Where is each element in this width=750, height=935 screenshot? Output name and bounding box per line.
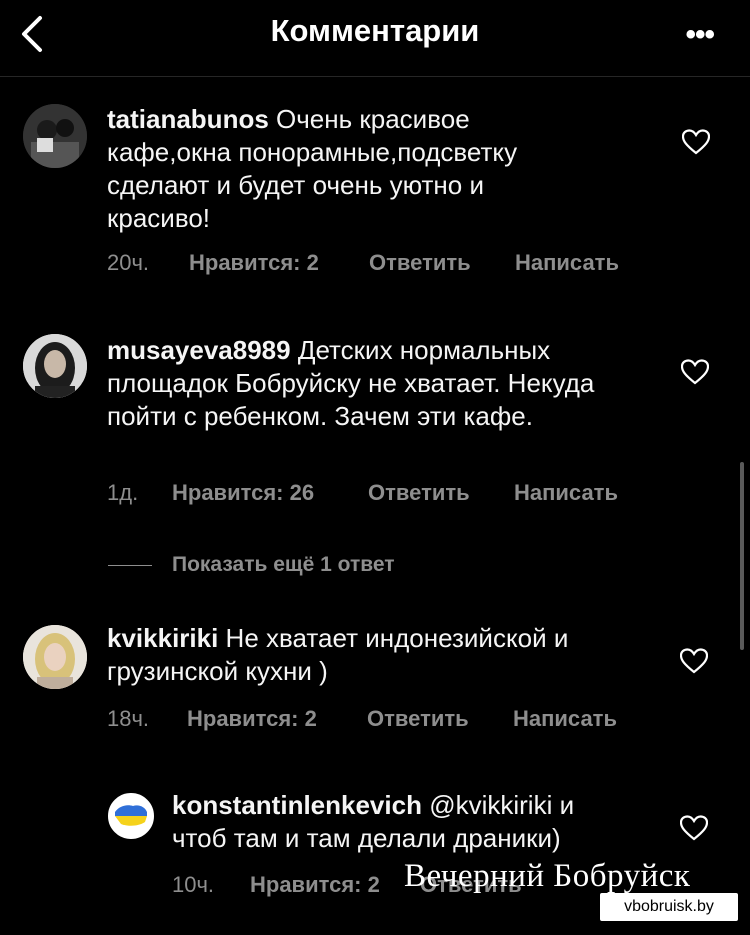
avatar[interactable] [23, 104, 87, 168]
watermark-title: Вечерний Бобруйск [404, 858, 691, 894]
show-more-replies-label: Показать ещё 1 ответ [172, 553, 395, 576]
comment-text: tatianabunos Очень красивое кафе,окна по… [107, 103, 577, 235]
message-button[interactable]: Написать [515, 250, 619, 276]
reply-button[interactable]: Ответить [369, 250, 515, 276]
comment-username[interactable]: konstantinlenkevich [172, 790, 422, 820]
comment-text: musayeva8989 Детских нормальных площадок… [107, 334, 627, 433]
reply-button[interactable]: Ответить [367, 706, 513, 732]
avatar[interactable] [108, 793, 154, 839]
divider-line [108, 564, 152, 566]
like-icon[interactable] [680, 359, 710, 385]
avatar[interactable] [23, 334, 87, 398]
avatar[interactable] [23, 625, 87, 689]
likes-count[interactable]: Нравится: 2 [187, 706, 367, 732]
watermark-site: vbobruisk.by [600, 893, 738, 921]
like-icon[interactable] [679, 648, 709, 674]
comment-username[interactable]: tatianabunos [107, 104, 269, 134]
more-options-icon[interactable]: ••• [685, 18, 714, 52]
comment-meta: 20ч. Нравится: 2 Ответить Написать [107, 250, 619, 276]
page-title: Комментарии [270, 13, 480, 48]
comment-time: 1д. [107, 480, 139, 505]
comment-time: 18ч. [107, 706, 150, 731]
reply-button[interactable]: Ответить [368, 480, 514, 506]
comment-username[interactable]: musayeva8989 [107, 335, 291, 365]
top-bar: Комментарии ••• [0, 0, 750, 77]
comment-text: kvikkiriki Не хватает индонезийской и гр… [107, 622, 647, 688]
like-icon[interactable] [681, 129, 711, 155]
show-more-replies-button[interactable]: Показать ещё 1 ответ [108, 553, 395, 577]
comment-meta: 1д. Нравится: 26 Ответить Написать [107, 480, 618, 506]
comment-meta: 18ч. Нравится: 2 Ответить Написать [107, 706, 617, 732]
message-button[interactable]: Написать [514, 480, 618, 506]
comment-text: konstantinlenkevich @kvikkiriki и чтоб т… [172, 789, 632, 855]
likes-count[interactable]: Нравится: 2 [189, 250, 369, 276]
message-button[interactable]: Написать [513, 706, 617, 732]
comment-time: 20ч. [107, 250, 150, 275]
likes-count[interactable]: Нравится: 2 [250, 872, 420, 898]
scrollbar[interactable] [740, 462, 744, 650]
like-icon[interactable] [679, 815, 709, 841]
likes-count[interactable]: Нравится: 26 [172, 480, 368, 506]
comment-username[interactable]: kvikkiriki [107, 623, 218, 653]
comment-time: 10ч. [172, 872, 215, 897]
